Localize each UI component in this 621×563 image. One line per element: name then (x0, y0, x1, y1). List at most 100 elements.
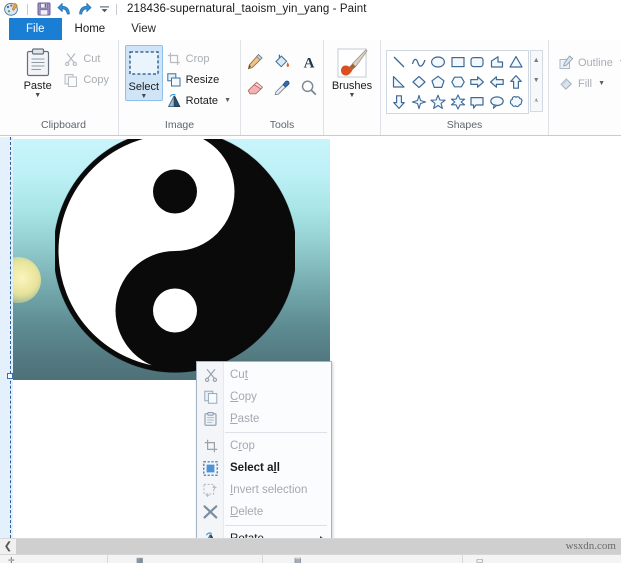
copy-label: Copy (83, 73, 109, 86)
outline-label: Outline (578, 56, 613, 69)
shapes-more-icon[interactable]: ⩚ (534, 97, 538, 105)
shape-rounded-rectangle-icon[interactable] (467, 52, 487, 72)
tab-file[interactable]: File (9, 18, 62, 40)
shape-polygon-icon[interactable] (487, 52, 507, 72)
scroll-track[interactable] (16, 538, 621, 554)
rotate-caret-icon[interactable]: ▼ (224, 97, 231, 104)
shape-rounded-callout-icon[interactable] (467, 92, 487, 112)
tab-view[interactable]: View (118, 18, 169, 40)
cut-button[interactable]: Cut (60, 48, 112, 69)
paste-caret-icon[interactable]: ▼ (34, 92, 41, 99)
copy-button[interactable]: Copy (60, 69, 112, 90)
horizontal-scrollbar[interactable]: ❮ (0, 538, 621, 554)
resize-label: Resize (185, 73, 220, 86)
shapes-scroll-up-icon[interactable]: ▲ (533, 57, 540, 65)
brushes-button[interactable]: Brushes ▼ (330, 45, 374, 99)
rotate-button[interactable]: Rotate ▼ (163, 90, 234, 111)
brushes-label: Brushes (331, 80, 373, 92)
select-caret-icon[interactable]: ▼ (140, 93, 147, 100)
group-label-clipboard: Clipboard (41, 119, 86, 131)
image-size-icon: ▦ (136, 556, 144, 563)
background-glow (13, 257, 41, 303)
shape-down-arrow-icon[interactable] (389, 92, 409, 112)
select-label: Select (128, 81, 160, 93)
window-title: 218436-supernatural_taoism_yin_yang - Pa… (127, 3, 367, 15)
context-menu-item-select-all[interactable]: Select all (197, 457, 331, 479)
paint-app-icon[interactable] (3, 2, 19, 17)
paste-button[interactable]: Paste ▼ (15, 45, 60, 99)
copy-icon (63, 72, 79, 88)
rotate-icon (166, 93, 182, 109)
file-size-icon: ▤ (294, 556, 302, 563)
context-menu-label-crop: Crop (230, 440, 255, 452)
group-label-image: Image (164, 119, 195, 131)
shape-pentagon-icon[interactable] (428, 72, 448, 92)
shape-left-arrow-icon[interactable] (487, 72, 507, 92)
pencil-icon[interactable] (242, 49, 269, 75)
shape-five-point-star-icon[interactable] (428, 92, 448, 112)
context-menu-label-delete: Delete (230, 506, 264, 518)
fill-caret-icon[interactable]: ▼ (598, 80, 605, 87)
shape-triangle-icon[interactable] (506, 52, 526, 72)
brushes-caret-icon[interactable]: ▼ (349, 92, 356, 99)
outline-button[interactable]: Outline ▼ (555, 52, 621, 73)
text-icon: A (296, 49, 323, 75)
context-menu-item-invert-selection[interactable]: Invert selection (197, 479, 331, 501)
title-bar: 218436-supernatural_taoism_yin_yang - Pa… (0, 0, 621, 18)
selection-dashed-border[interactable] (10, 137, 11, 538)
status-cell-size: ▦ (108, 555, 263, 563)
image-canvas[interactable] (13, 139, 330, 380)
fill-label: Fill (578, 77, 593, 90)
shapes-scrollbar[interactable]: ▲ ▼ ⩚ (529, 50, 543, 112)
shape-line-icon[interactable] (389, 52, 409, 72)
shape-six-point-star-icon[interactable] (448, 92, 468, 112)
undo-icon[interactable] (56, 2, 72, 17)
ribbon-group-brushes: Brushes ▼ (324, 40, 381, 135)
ribbon-group-styles: Outline ▼ Fill ▼ (549, 40, 621, 135)
outline-pencil-icon (558, 55, 574, 71)
redo-icon[interactable] (76, 2, 92, 17)
shape-right-triangle-icon[interactable] (389, 72, 409, 92)
fill-button[interactable]: Fill ▼ (555, 73, 621, 94)
shape-rectangle-icon[interactable] (448, 52, 468, 72)
shape-oval-callout-icon[interactable] (487, 92, 507, 112)
eraser-icon[interactable] (242, 75, 269, 101)
shapes-scroll-down-icon[interactable]: ▼ (533, 77, 540, 85)
context-menu-label-invert-selection: Invert selection (230, 484, 308, 496)
fill-bucket-icon[interactable] (269, 49, 296, 75)
context-menu-item-rotate[interactable]: Rotate (197, 528, 331, 538)
scroll-left-button[interactable]: ❮ (0, 538, 16, 554)
color-picker-icon[interactable] (269, 75, 296, 101)
save-icon[interactable] (36, 2, 52, 17)
shape-up-arrow-icon[interactable] (506, 72, 526, 92)
ribbon: Paste ▼ Cut Copy Clipboard Select ▼ Crop… (0, 40, 621, 136)
magnifier-icon[interactable] (296, 75, 323, 101)
shape-curve-icon[interactable] (409, 52, 429, 72)
ribbon-tabs: File Home View (0, 18, 621, 40)
brush-icon (336, 47, 368, 79)
shape-cloud-callout-icon[interactable] (506, 92, 526, 112)
paste-label: Paste (23, 80, 52, 92)
selection-handle[interactable] (7, 373, 13, 379)
shape-diamond-icon[interactable] (409, 72, 429, 92)
ribbon-group-clipboard: Paste ▼ Cut Copy Clipboard (9, 40, 119, 135)
select-button[interactable]: Select ▼ (125, 45, 163, 101)
shape-right-arrow-icon[interactable] (467, 72, 487, 92)
quick-access-toolbar (0, 2, 112, 17)
crop-button[interactable]: Crop (163, 48, 234, 69)
tab-home[interactable]: Home (61, 18, 119, 40)
context-menu-label-cut: Cut (230, 369, 248, 381)
resize-button[interactable]: Resize (163, 69, 234, 90)
context-menu-separator-1 (225, 432, 327, 433)
shape-four-point-star-icon[interactable] (409, 92, 429, 112)
context-menu-item-cut[interactable]: Cut (197, 364, 331, 386)
group-label-styles (549, 118, 621, 135)
submenu-arrow-icon (320, 536, 324, 538)
shape-hexagon-icon[interactable] (448, 72, 468, 92)
shape-oval-icon[interactable] (428, 52, 448, 72)
context-menu-item-copy[interactable]: Copy (197, 386, 331, 408)
context-menu-item-crop[interactable]: Crop (197, 435, 331, 457)
context-menu-item-paste[interactable]: Paste (197, 408, 331, 430)
context-menu-item-delete[interactable]: Delete (197, 501, 331, 523)
customize-qat-icon[interactable] (96, 2, 112, 17)
